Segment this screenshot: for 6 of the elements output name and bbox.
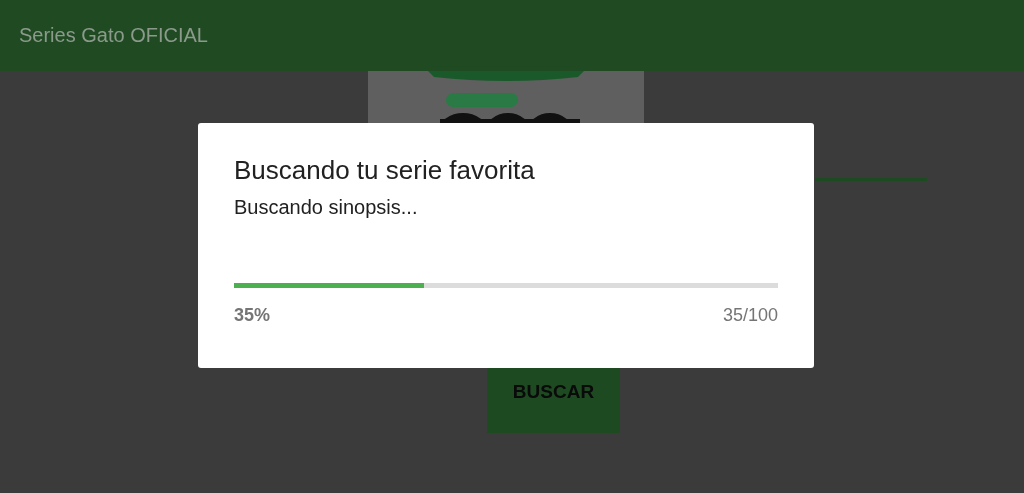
app-title: Series Gato OFICIAL <box>19 24 208 47</box>
dialog-message: Buscando sinopsis... <box>234 196 419 219</box>
progress-percent: 35% <box>234 305 271 326</box>
progress-count: 35/100 <box>722 305 778 326</box>
search-button[interactable]: BUSCAR <box>487 368 620 433</box>
dialog-title: Buscando tu serie favorita <box>234 155 536 186</box>
